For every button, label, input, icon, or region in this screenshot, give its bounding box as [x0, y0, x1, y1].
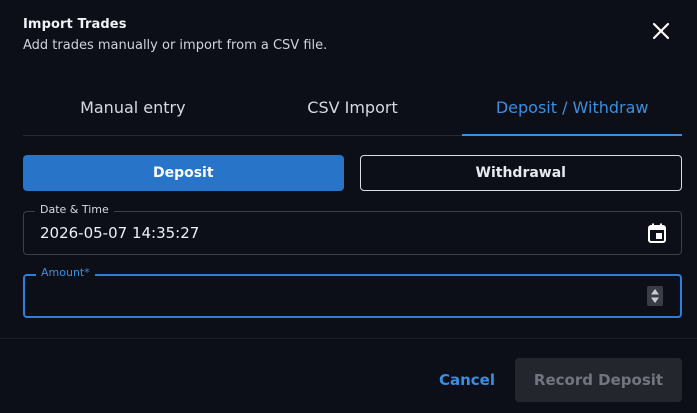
tab-deposit-withdraw[interactable]: Deposit / Withdraw: [462, 80, 682, 136]
close-icon: [652, 22, 670, 40]
calendar-icon[interactable]: [646, 222, 668, 244]
deposit-withdraw-toggle: Deposit Withdrawal: [23, 155, 682, 191]
footer-divider: [0, 338, 697, 339]
spinner-icon[interactable]: [647, 286, 663, 306]
date-time-field[interactable]: Date & Time 2026-05-07 14:35:27: [23, 203, 682, 255]
tab-manual-entry[interactable]: Manual entry: [23, 80, 243, 135]
dialog-header: Import Trades Add trades manually or imp…: [23, 17, 327, 53]
amount-field[interactable]: Amount*: [23, 266, 682, 318]
dialog-title: Import Trades: [23, 17, 127, 32]
date-time-value[interactable]: 2026-05-07 14:35:27: [40, 212, 199, 254]
tab-csv-import[interactable]: CSV Import: [243, 80, 463, 135]
import-trades-dialog: Import Trades Add trades manually or imp…: [0, 0, 697, 413]
tab-bar: Manual entry CSV Import Deposit / Withdr…: [23, 80, 682, 136]
withdrawal-button[interactable]: Withdrawal: [359, 155, 682, 191]
dialog-subtitle: Add trades manually or import from a CSV…: [23, 38, 328, 53]
close-button[interactable]: [650, 20, 672, 42]
deposit-button[interactable]: Deposit: [23, 155, 344, 191]
cancel-button[interactable]: Cancel: [427, 358, 507, 402]
record-deposit-button[interactable]: Record Deposit: [515, 358, 682, 402]
amount-input[interactable]: [39, 276, 633, 318]
